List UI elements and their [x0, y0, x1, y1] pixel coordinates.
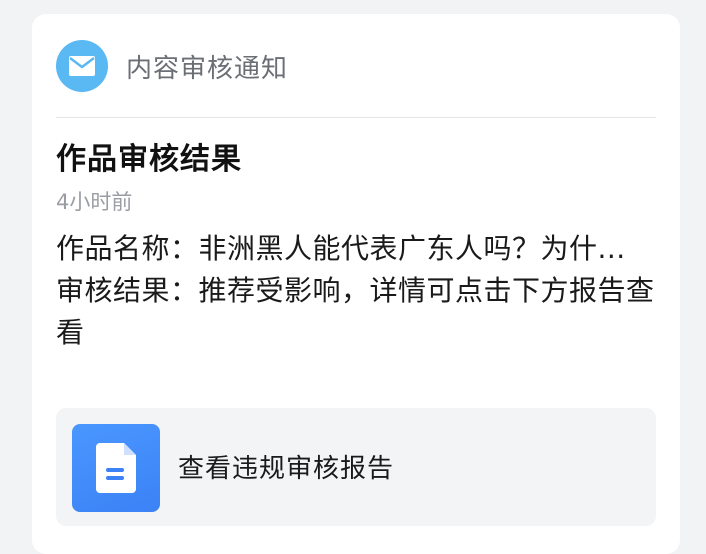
view-report-label: 查看违规审核报告 — [178, 454, 395, 484]
mail-icon — [56, 40, 108, 92]
header-divider — [56, 117, 656, 118]
message-title: 作品审核结果 — [56, 142, 242, 177]
notification-header: 内容审核通知 — [56, 40, 656, 92]
notification-card[interactable]: 内容审核通知 作品审核结果 4小时前 作品名称：非洲黑人能代表广东人吗？为什..… — [32, 14, 680, 554]
view-report-button[interactable]: 查看违规审核报告 — [56, 408, 656, 526]
work-name-line: 作品名称：非洲黑人能代表广东人吗？为什... — [56, 232, 626, 265]
notification-category-title: 内容审核通知 — [126, 53, 289, 84]
document-icon — [72, 424, 160, 512]
review-result-line: 审核结果：推荐受影响，详情可点击下方报告查看 — [56, 274, 655, 349]
message-timestamp: 4小时前 — [56, 190, 133, 214]
message-body: 作品名称：非洲黑人能代表广东人吗？为什... 审核结果：推荐受影响，详情可点击下… — [56, 228, 668, 354]
